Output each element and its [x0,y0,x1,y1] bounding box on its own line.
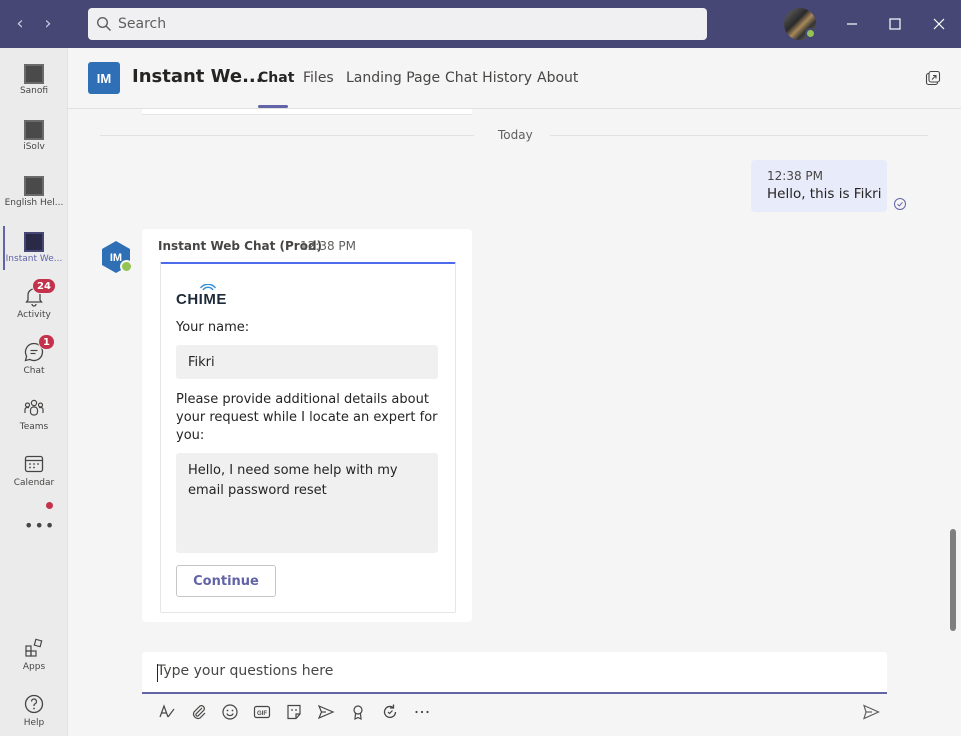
attach-icon[interactable] [189,702,209,722]
svg-text:GIF: GIF [257,711,267,717]
details-field[interactable]: Hello, I need some help with my email pa… [176,453,438,553]
rail-item-label: Chat [0,366,68,376]
name-label: Your name: [176,319,249,337]
format-icon[interactable] [157,702,177,722]
chime-logo-text: CHIME [176,291,227,306]
channel-header: IM Instant We... Chat Files Landing Page… [68,48,961,109]
app-tile-icon [24,176,44,196]
gif-icon[interactable]: GIF [252,702,272,722]
previous-message-stub [142,109,472,115]
rail-item-label: Instant We... [0,254,68,264]
rail-item-apps[interactable]: Apps [0,628,68,684]
rail-item-teams[interactable]: Teams [0,388,68,444]
bot-message: Instant Web Chat (Prod) 12:38 PM CHIME Y… [142,229,472,622]
activity-badge: 24 [32,278,56,294]
rail-item-instant-web-chat[interactable]: Instant We... [0,220,68,276]
my-message-bubble[interactable]: 12:38 PM Hello, this is Fikri [751,160,887,212]
message-input[interactable] [157,663,867,679]
details-label: Please provide additional details about … [176,391,438,445]
maximize-icon[interactable] [881,10,909,38]
divider-line [550,135,928,136]
scrollbar-thumb[interactable] [950,529,956,631]
rail-item-activity[interactable]: 24 Activity [0,276,68,332]
day-divider: Today [100,128,928,144]
app-title: Instant We... [132,66,263,87]
seen-check-icon [893,197,907,211]
app-icon: IM [88,62,120,94]
rail-item-sanofi[interactable]: Sanofi [0,52,68,108]
chat-badge: 1 [38,334,55,350]
rail-item-label: Teams [0,422,68,432]
active-tab-indicator [258,105,288,108]
more-options-icon[interactable] [412,702,432,722]
rail-item-english-help[interactable]: English Hel... [0,164,68,220]
close-icon[interactable] [925,10,953,38]
loop-icon[interactable] [380,702,400,722]
rail-item-isolv[interactable]: iSolv [0,108,68,164]
app-rail: Sanofi iSolv English Hel... Instant We..… [0,48,68,736]
day-divider-label: Today [498,128,533,142]
chime-logo: CHIME [176,284,236,306]
search-box[interactable] [88,8,707,40]
search-input[interactable] [118,16,678,32]
back-arrow-icon[interactable]: ‹ [10,12,30,36]
tab-landing-page[interactable]: Landing Page [346,70,440,86]
continue-button[interactable]: Continue [176,565,276,597]
available-status-icon [805,28,816,39]
tab-files[interactable]: Files [303,70,334,86]
message-text: Hello, this is Fikri [767,186,871,202]
praise-icon[interactable] [348,702,368,722]
app-tile-icon [24,64,44,84]
app-tile-icon [24,120,44,140]
tab-about[interactable]: About [537,70,578,86]
sender-name: Instant Web Chat (Prod) [158,239,322,253]
rail-item-label: Help [0,718,68,728]
notification-dot [46,502,53,509]
bot-available-status-icon [120,260,133,273]
divider-line [100,135,474,136]
title-bar: ‹ › [0,0,961,48]
rail-item-chat[interactable]: 1 Chat [0,332,68,388]
rail-item-help[interactable]: Help [0,684,68,736]
help-icon [22,692,46,716]
rail-item-label: Activity [0,310,68,320]
rail-item-calendar[interactable]: Calendar [0,444,68,500]
app-tile-icon [24,232,44,252]
send-icon[interactable] [861,702,881,722]
rail-item-label: Apps [0,662,68,672]
meet-now-icon[interactable] [316,702,336,722]
forward-arrow-icon[interactable]: › [38,12,58,36]
tab-chat-history[interactable]: Chat History [445,70,532,86]
message-time: 12:38 PM [300,239,356,253]
sticker-icon[interactable] [284,702,304,722]
calendar-icon [22,452,46,476]
text-caret [157,664,158,682]
compose-box[interactable] [142,652,887,694]
message-time: 12:38 PM [767,169,871,183]
more-apps-icon[interactable]: ••• [24,516,55,535]
minimize-icon[interactable] [838,10,866,38]
apps-icon [22,636,46,660]
rail-item-label: English Hel... [0,198,68,208]
teams-icon [22,396,46,420]
rail-item-label: Calendar [0,478,68,488]
name-field[interactable] [176,345,438,379]
tab-chat[interactable]: Chat [258,70,294,86]
rail-item-label: Sanofi [0,86,68,96]
adaptive-card: CHIME Your name: Please provide addition… [160,262,456,613]
pop-out-icon[interactable] [925,70,941,86]
search-icon [96,16,112,32]
rail-item-label: iSolv [0,142,68,152]
emoji-icon[interactable] [220,702,240,722]
